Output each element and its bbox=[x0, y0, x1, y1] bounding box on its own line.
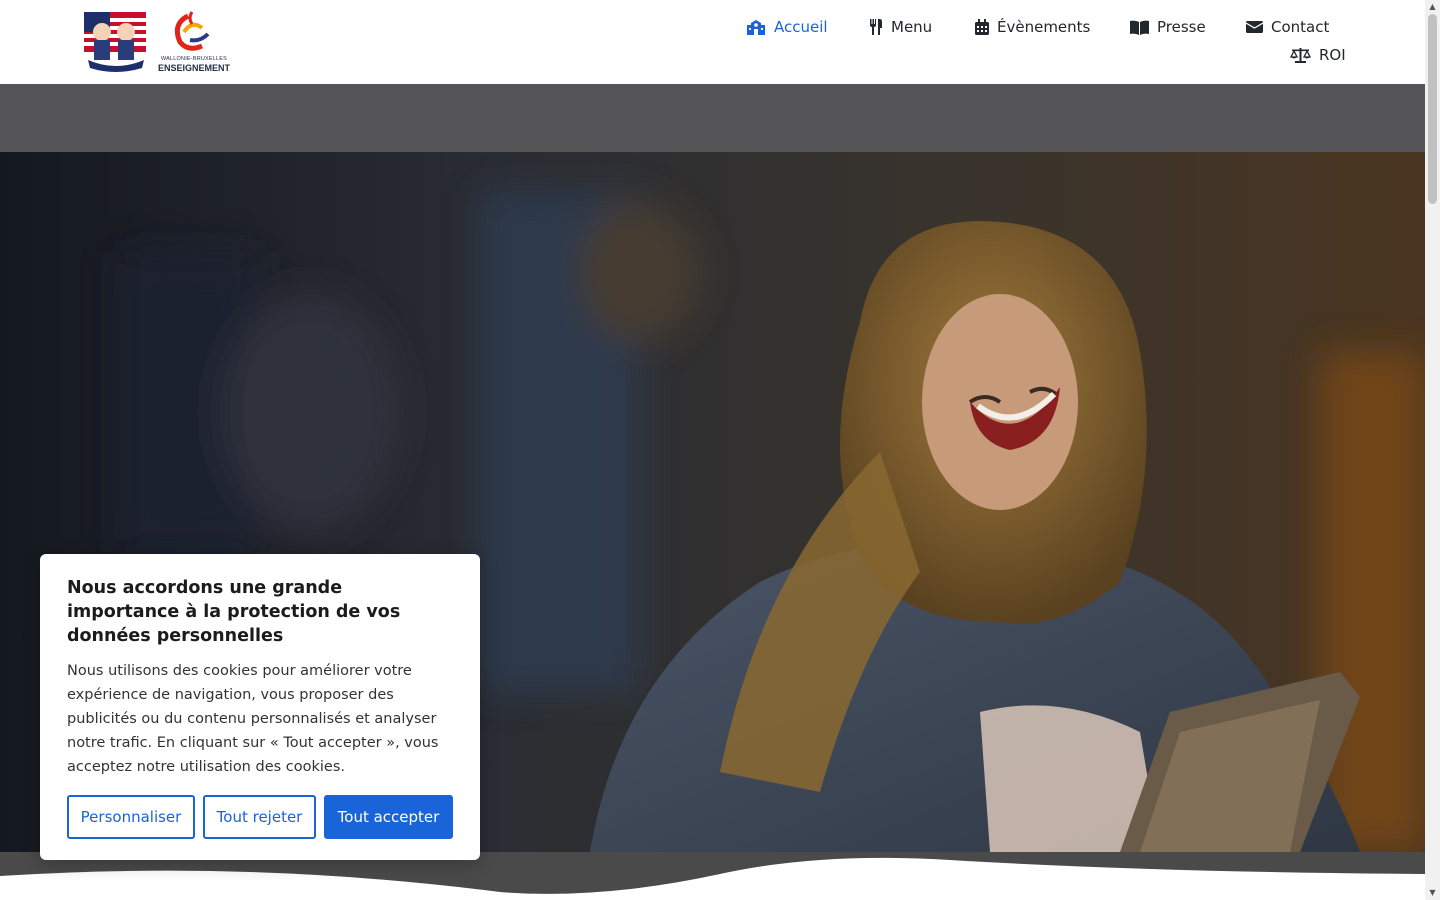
nav-label: Contact bbox=[1271, 18, 1330, 36]
school-logo[interactable] bbox=[82, 10, 150, 74]
nav-label: Évènements bbox=[997, 18, 1091, 36]
cookie-consent-dialog: Nous accordons une grande importance à l… bbox=[40, 554, 480, 860]
logo-title: ENSEIGNEMENT bbox=[158, 63, 231, 73]
reject-all-button[interactable]: Tout rejeter bbox=[203, 795, 316, 839]
wbe-logo[interactable]: WALLONIE-BRUXELLES ENSEIGNEMENT bbox=[158, 10, 230, 74]
envelope-icon bbox=[1246, 20, 1263, 34]
nav-label: ROI bbox=[1319, 46, 1346, 64]
nav-item-menu[interactable]: Menu bbox=[869, 18, 932, 36]
nav-label: Presse bbox=[1157, 18, 1206, 36]
scroll-down-arrow-icon[interactable]: ▼ bbox=[1425, 886, 1440, 900]
calendar-icon bbox=[975, 19, 989, 35]
nav-item-accueil[interactable]: Accueil bbox=[746, 18, 828, 36]
site-header: WALLONIE-BRUXELLES ENSEIGNEMENT Accueil … bbox=[0, 0, 1425, 84]
customize-button[interactable]: Personnaliser bbox=[67, 795, 195, 839]
scroll-thumb[interactable] bbox=[1428, 14, 1437, 204]
nav-label: Menu bbox=[891, 18, 933, 36]
logo-subtitle: WALLONIE-BRUXELLES bbox=[160, 56, 228, 62]
utensils-icon bbox=[869, 19, 883, 35]
page-scrollbar[interactable]: ▲ ▼ bbox=[1425, 0, 1440, 900]
cookie-description: Nous utilisons des cookies pour améliore… bbox=[67, 663, 439, 775]
nav-label: Accueil bbox=[774, 18, 828, 36]
scale-icon bbox=[1290, 47, 1311, 63]
nav-item-roi[interactable]: ROI bbox=[1290, 46, 1346, 64]
school-icon bbox=[746, 19, 766, 35]
nav-item-presse[interactable]: Presse bbox=[1130, 18, 1206, 36]
header-band bbox=[0, 84, 1425, 152]
nav-item-evenements[interactable]: Évènements bbox=[975, 18, 1090, 36]
cookie-title: Nous accordons une grande importance à l… bbox=[67, 578, 401, 646]
book-icon bbox=[1130, 20, 1149, 35]
scroll-up-arrow-icon[interactable]: ▲ bbox=[1425, 0, 1440, 14]
nav-item-contact[interactable]: Contact bbox=[1246, 18, 1329, 36]
accept-all-button[interactable]: Tout accepter bbox=[324, 795, 453, 839]
